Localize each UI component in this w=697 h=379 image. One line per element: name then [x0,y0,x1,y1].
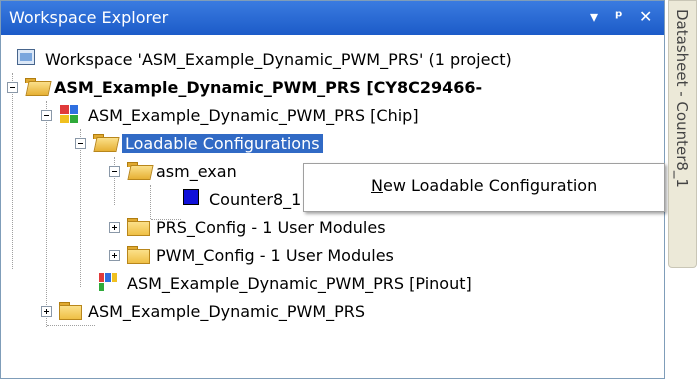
tree-item-asm-config[interactable]: asm_exan [109,157,237,185]
tree-item-pinout[interactable]: ASM_Example_Dynamic_PWM_PRS [Pinout] [97,269,472,297]
folder-open-icon [126,161,154,181]
tree-item-label: PRS_Config - 1 User Modules [156,217,386,237]
collapse-icon[interactable] [109,165,120,177]
tree-line [46,101,47,327]
tree-item-label: PWM_Config - 1 User Modules [156,245,394,265]
tree-line [12,73,13,269]
expand-icon[interactable] [109,221,120,233]
tree-item-chip[interactable]: ASM_Example_Dynamic_PWM_PRS [Chip] [41,101,419,129]
tree-item-root-folder[interactable]: ASM_Example_Dynamic_PWM_PRS [41,297,365,325]
folder-icon [58,301,82,321]
tree-line [47,325,95,326]
panel-title: Workspace Explorer [9,8,169,27]
tree-item-label: ASM_Example_Dynamic_PWM_PRS [Pinout] [127,273,472,293]
tree-item-prs-config[interactable]: PRS_Config - 1 User Modules [109,213,386,241]
menu-item-accelerator: N [371,176,383,195]
tree-item-label: ASM_Example_Dynamic_PWM_PRS [Chip] [88,105,419,125]
tree-item-label: Counter8_1 [209,189,302,209]
collapse-icon[interactable] [7,81,18,93]
tree-item-loadable-configurations[interactable]: Loadable Configurations [75,129,323,157]
workspace-icon [15,49,39,69]
expand-icon[interactable] [109,249,120,261]
user-module-icon [179,189,203,209]
tree-item-counter[interactable]: Counter8_1 [179,185,301,213]
close-icon[interactable]: ✕ [639,7,652,26]
pinout-icon [97,273,121,293]
tree-item-project[interactable]: ASM_Example_Dynamic_PWM_PRS [CY8C29466- [7,73,482,101]
folder-open-icon [92,133,120,153]
folder-icon [126,245,150,265]
dropdown-arrow-icon[interactable]: ▾ [590,7,598,26]
collapse-icon[interactable] [75,137,86,149]
chip-icon [58,105,82,125]
collapse-icon[interactable] [41,109,52,121]
panel-titlebar: Workspace Explorer ▾ ᵖ ✕ [1,1,664,35]
folder-icon [126,217,150,237]
tree-item-label: Loadable Configurations [122,133,323,153]
datasheet-side-tab[interactable]: Datasheet - Counter8_1 [668,0,697,268]
side-tab-label: Datasheet - Counter8_1 [673,9,691,188]
menu-item-label: ew Loadable Configuration [382,176,598,195]
expand-icon[interactable] [41,305,52,317]
tree-item-label: ASM_Example_Dynamic_PWM_PRS [88,301,366,321]
tree-item-label: ASM_Example_Dynamic_PWM_PRS [CY8C29466- [54,77,483,97]
tree-item-workspace[interactable]: Workspace 'ASM_Example_Dynamic_PWM_PRS' … [15,45,512,73]
tree-item-pwm-config[interactable]: PWM_Config - 1 User Modules [109,241,394,269]
pin-icon[interactable]: ᵖ [615,7,623,26]
folder-open-icon [24,77,52,97]
tree-item-label: asm_exan [156,161,237,181]
tree-item-label: Workspace 'ASM_Example_Dynamic_PWM_PRS' … [45,49,512,69]
context-menu: New Loadable Configuration [303,163,665,212]
menu-item-new-loadable-configuration[interactable]: New Loadable Configuration [371,176,597,195]
